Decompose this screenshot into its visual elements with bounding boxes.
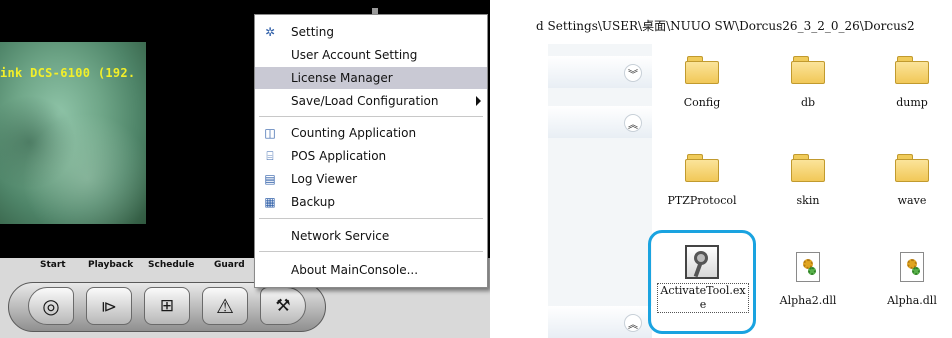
folder-config[interactable]: Config (642, 52, 762, 142)
file-alpha2-dll[interactable]: Alpha2.dll (748, 250, 868, 338)
tools-icon: ⚒ (275, 296, 291, 316)
schedule-label: Schedule (148, 260, 195, 270)
address-text: d Settings\USER\桌面\NUUO SW\Dorcus26_3_2_… (536, 19, 915, 33)
folder-db[interactable]: db (748, 52, 868, 142)
menu-item-log-viewer[interactable]: ▤ Log Viewer (255, 168, 487, 190)
main-console-panel: ink DCS-6100 (192. Start Playback Schedu… (0, 0, 490, 338)
menu-item-pos-application[interactable]: ⌸ POS Application (255, 145, 487, 167)
playback-label: Playback (88, 260, 134, 270)
folder-icon (791, 56, 825, 84)
folder-icon (791, 154, 825, 182)
gear-icon: ✲ (264, 25, 276, 39)
folder-icon (685, 154, 719, 182)
folder-skin[interactable]: skin (748, 150, 868, 240)
task-section-header[interactable]: ︾ (548, 56, 652, 88)
camera-title-label: ink DCS-6100 (192. (0, 66, 136, 80)
menu-item-license-manager[interactable]: License Manager (255, 67, 487, 89)
key-icon (685, 245, 719, 279)
folder-icon (685, 56, 719, 84)
guard-button[interactable]: ⚠ (202, 287, 248, 325)
schedule-icon: ⊞ (159, 296, 175, 316)
folder-dump[interactable]: dump (852, 52, 952, 142)
playback-button[interactable]: ⧐ (86, 287, 132, 325)
backup-icon: ▦ (264, 195, 276, 209)
menu-item-network-service[interactable]: Network Service (255, 225, 487, 247)
folder-icon (895, 56, 929, 84)
menu-item-about-mainconsole[interactable]: About MainConsole... (255, 259, 487, 281)
address-bar[interactable]: d Settings\USER\桌面\NUUO SW\Dorcus26_3_2_… (530, 14, 952, 36)
menu-item-user-account-setting[interactable]: User Account Setting (255, 44, 487, 66)
dll-file-icon (796, 252, 820, 282)
menu-separator (259, 251, 483, 252)
task-pane: ︾ ︽ ︽ (548, 44, 652, 338)
explorer-panel: d Settings\USER\桌面\NUUO SW\Dorcus26_3_2_… (530, 0, 952, 338)
collapse-chevron-icon[interactable]: ︾ (624, 64, 642, 82)
config-context-menu: ✲ Setting User Account Setting License M… (254, 14, 488, 288)
start-button[interactable]: ◎ (28, 287, 74, 325)
menu-item-save-load-configuration[interactable]: Save/Load Configuration (255, 90, 487, 112)
menu-separator (259, 116, 483, 117)
submenu-arrow-icon (476, 96, 481, 106)
menu-item-setting[interactable]: ✲ Setting (255, 21, 487, 43)
menu-separator (259, 218, 483, 219)
task-section-header[interactable]: ︽ (548, 106, 652, 138)
guard-label: Guard (214, 260, 245, 270)
record-circle-icon: ◎ (42, 294, 60, 318)
warning-icon: ⚠ (216, 294, 234, 318)
schedule-button[interactable]: ⊞ (144, 287, 190, 325)
folder-icon (895, 154, 929, 182)
menu-item-counting-application[interactable]: ◫ Counting Application (255, 122, 487, 144)
file-label: ActivateTool.exe (657, 283, 749, 313)
menu-item-backup[interactable]: ▦ Backup (255, 191, 487, 213)
task-section-header[interactable]: ︽ (548, 306, 652, 338)
expand-chevron-icon[interactable]: ︽ (624, 114, 642, 132)
dll-file-icon (900, 252, 924, 282)
toolbar: ◎ ⧐ ⊞ ⚠ ⚒ (0, 282, 330, 332)
toolbar-labels: Start Playback Schedule Guard (28, 260, 288, 278)
playback-icon: ⧐ (101, 296, 117, 316)
counting-icon: ◫ (264, 126, 276, 140)
log-viewer-icon: ▤ (264, 172, 276, 186)
start-label: Start (40, 260, 66, 270)
file-activatetool-exe[interactable]: ActivateTool.exe (648, 230, 756, 334)
folder-wave[interactable]: wave (852, 150, 952, 240)
folder-ptzprotocol[interactable]: PTZProtocol (642, 150, 762, 240)
pos-icon: ⌸ (266, 148, 274, 163)
config-button[interactable]: ⚒ (260, 287, 306, 325)
file-alpha-dll[interactable]: Alpha.dll (852, 250, 952, 338)
expand-chevron-icon[interactable]: ︽ (624, 314, 642, 332)
